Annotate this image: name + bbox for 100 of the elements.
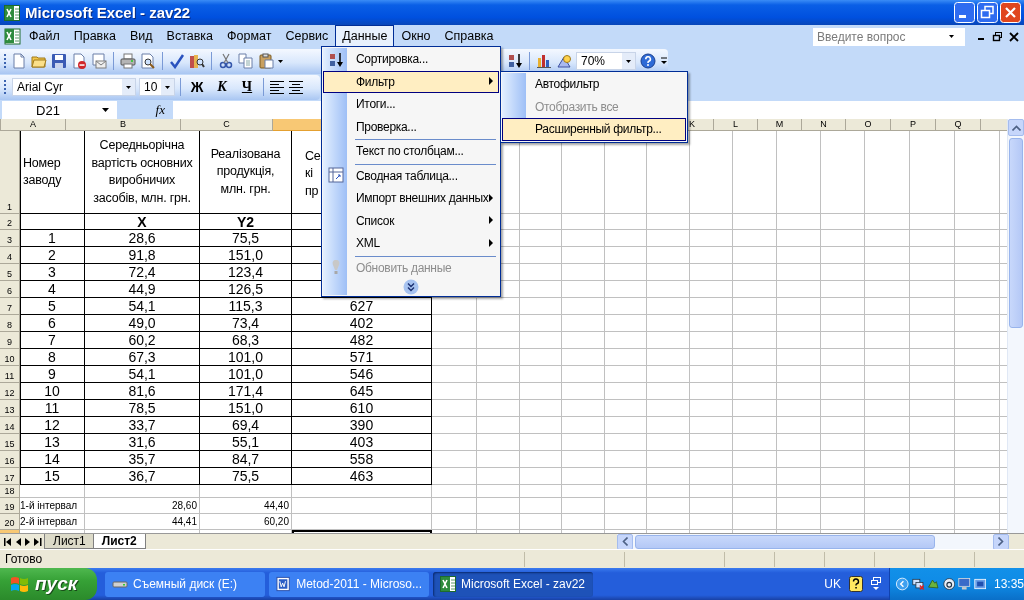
column-header[interactable]: N [802, 119, 846, 131]
menu-item[interactable]: Сервис [278, 25, 336, 48]
italic-button[interactable]: К [211, 77, 233, 97]
grid-cell[interactable]: 33,7 [85, 417, 200, 434]
row-header[interactable]: 4 [0, 247, 20, 264]
grid-cell[interactable]: 7 [20, 332, 85, 349]
grid-cell[interactable]: 463 [292, 468, 432, 485]
grid-cell[interactable]: 8 [20, 349, 85, 366]
grid-cell[interactable]: 645 [292, 383, 432, 400]
zoom-field[interactable]: 70% [576, 52, 636, 70]
grid-cell[interactable]: Реалізована продукція, млн. грн. [200, 131, 292, 214]
grid-cell[interactable]: 151,0 [200, 400, 292, 417]
bold-button[interactable]: Ж [186, 77, 208, 97]
grid-cell[interactable]: 126,5 [200, 281, 292, 298]
grid-cell[interactable]: 68,3 [200, 332, 292, 349]
menu-item[interactable]: Сводная таблица... [323, 162, 499, 187]
sheet-tab[interactable]: Лист1 [44, 534, 95, 549]
menu-item[interactable]: Сортировка... [323, 48, 499, 71]
row-header[interactable]: 18 [0, 485, 20, 498]
grid-cell[interactable]: 4 [20, 281, 85, 298]
font-field[interactable]: Arial Cyr [12, 78, 136, 96]
row-header[interactable]: 10 [0, 349, 20, 366]
row-header[interactable]: 7 [0, 298, 20, 315]
grid-cell[interactable]: 84,7 [200, 451, 292, 468]
search-field[interactable]: Введите вопрос [813, 27, 965, 46]
menu-item[interactable]: Проверка... [323, 115, 499, 138]
row-header[interactable]: 8 [0, 315, 20, 332]
grid-cell[interactable]: Номер заводу [20, 131, 85, 214]
column-header[interactable]: O [846, 119, 891, 131]
menu-item[interactable]: Расширенный фильтр... [502, 118, 686, 141]
grid-cell[interactable]: 12 [20, 417, 85, 434]
grid-cell[interactable]: 28,6 [85, 230, 200, 247]
grid-cell[interactable]: 5 [20, 298, 85, 315]
row-header[interactable]: 12 [0, 383, 20, 400]
menu-item[interactable]: Текст по столбцам... [323, 138, 499, 163]
menu-item[interactable]: XML [323, 232, 499, 255]
column-header[interactable]: L [714, 119, 758, 131]
grid-cell[interactable]: 1-й інтервал [20, 498, 85, 514]
menu-item[interactable]: Окно [394, 25, 438, 48]
grid-cell[interactable]: 73,4 [200, 315, 292, 332]
row-header[interactable]: 19 [0, 498, 20, 514]
grid-cell[interactable]: 28,60 [85, 498, 200, 514]
menu-item[interactable]: Вид [122, 25, 160, 48]
grid-cell[interactable]: 15 [20, 468, 85, 485]
row-header[interactable]: 2 [0, 214, 20, 230]
column-header[interactable]: M [758, 119, 802, 131]
grid-cell[interactable]: Середньорічна вартість основних виробничих засобів, млн. грн. [85, 131, 200, 214]
grid-cell[interactable]: 151,0 [200, 247, 292, 264]
grid-cell[interactable]: 31,6 [85, 434, 200, 451]
column-header[interactable]: B [66, 119, 181, 131]
grid-cell[interactable]: 402 [292, 315, 432, 332]
grid-cell[interactable]: 403 [292, 434, 432, 451]
row-header[interactable]: 5 [0, 264, 20, 281]
grid-cell[interactable]: 571 [292, 349, 432, 366]
taskbar-button[interactable]: Съемный диск (E:) [105, 571, 265, 597]
menu-item[interactable]: Список [323, 209, 499, 232]
grid-cell[interactable]: 123,4 [200, 264, 292, 281]
grid-cell[interactable]: 54,1 [85, 366, 200, 383]
row-header[interactable]: 14 [0, 417, 20, 434]
sheet-tab[interactable]: Лист2 [92, 534, 146, 549]
start-button[interactable]: пуск [0, 568, 97, 600]
row-header[interactable]: 17 [0, 468, 20, 485]
menu-item[interactable]: Файл [22, 25, 67, 48]
grid-cell[interactable]: 81,6 [85, 383, 200, 400]
underline-button[interactable]: Ч [236, 77, 258, 97]
grid-cell[interactable]: Y2 [200, 214, 292, 230]
grid-cell[interactable]: 67,3 [85, 349, 200, 366]
grid-cell[interactable]: 14 [20, 451, 85, 468]
grid-cell[interactable]: 13 [20, 434, 85, 451]
grid-cell[interactable]: 60,2 [85, 332, 200, 349]
grid-cell[interactable]: 11 [20, 400, 85, 417]
grid-cell[interactable]: 44,40 [200, 498, 292, 514]
menu-item[interactable]: Вставка [159, 25, 221, 48]
grid-cell[interactable]: 72,4 [85, 264, 200, 281]
grid-cell[interactable]: 2-й інтервал [20, 514, 85, 530]
language-indicator[interactable]: UK [824, 577, 841, 591]
grid-cell[interactable]: 171,4 [200, 383, 292, 400]
grid-cell[interactable]: 115,3 [200, 298, 292, 315]
menu-item[interactable]: Фильтр [323, 70, 499, 93]
grid-cell[interactable]: 75,5 [200, 230, 292, 247]
menu-item[interactable]: Правка [66, 25, 123, 48]
grid-cell[interactable]: 60,20 [200, 514, 292, 530]
grid-cell[interactable]: 55,1 [200, 434, 292, 451]
grid-cell[interactable]: 2 [20, 247, 85, 264]
row-header[interactable]: 13 [0, 400, 20, 417]
grid-cell[interactable]: 49,0 [85, 315, 200, 332]
menu-item[interactable]: Импорт внешних данных [323, 187, 499, 210]
grid-cell[interactable]: 54,1 [85, 298, 200, 315]
grid-cell[interactable]: 69,4 [200, 417, 292, 434]
menu-item[interactable]: Данные [335, 25, 395, 48]
row-header[interactable]: 1 [0, 131, 20, 214]
grid-cell[interactable]: 44,41 [85, 514, 200, 530]
menu-item[interactable]: Автофильтр [502, 73, 686, 96]
column-header[interactable]: P [891, 119, 936, 131]
grid-cell[interactable]: X [85, 214, 200, 230]
grid-cell[interactable]: 482 [292, 332, 432, 349]
function-button[interactable]: fx [155, 102, 167, 117]
column-header[interactable]: Q [936, 119, 981, 131]
column-header[interactable]: A [1, 119, 66, 131]
font-size-field[interactable]: 10 [139, 78, 175, 96]
